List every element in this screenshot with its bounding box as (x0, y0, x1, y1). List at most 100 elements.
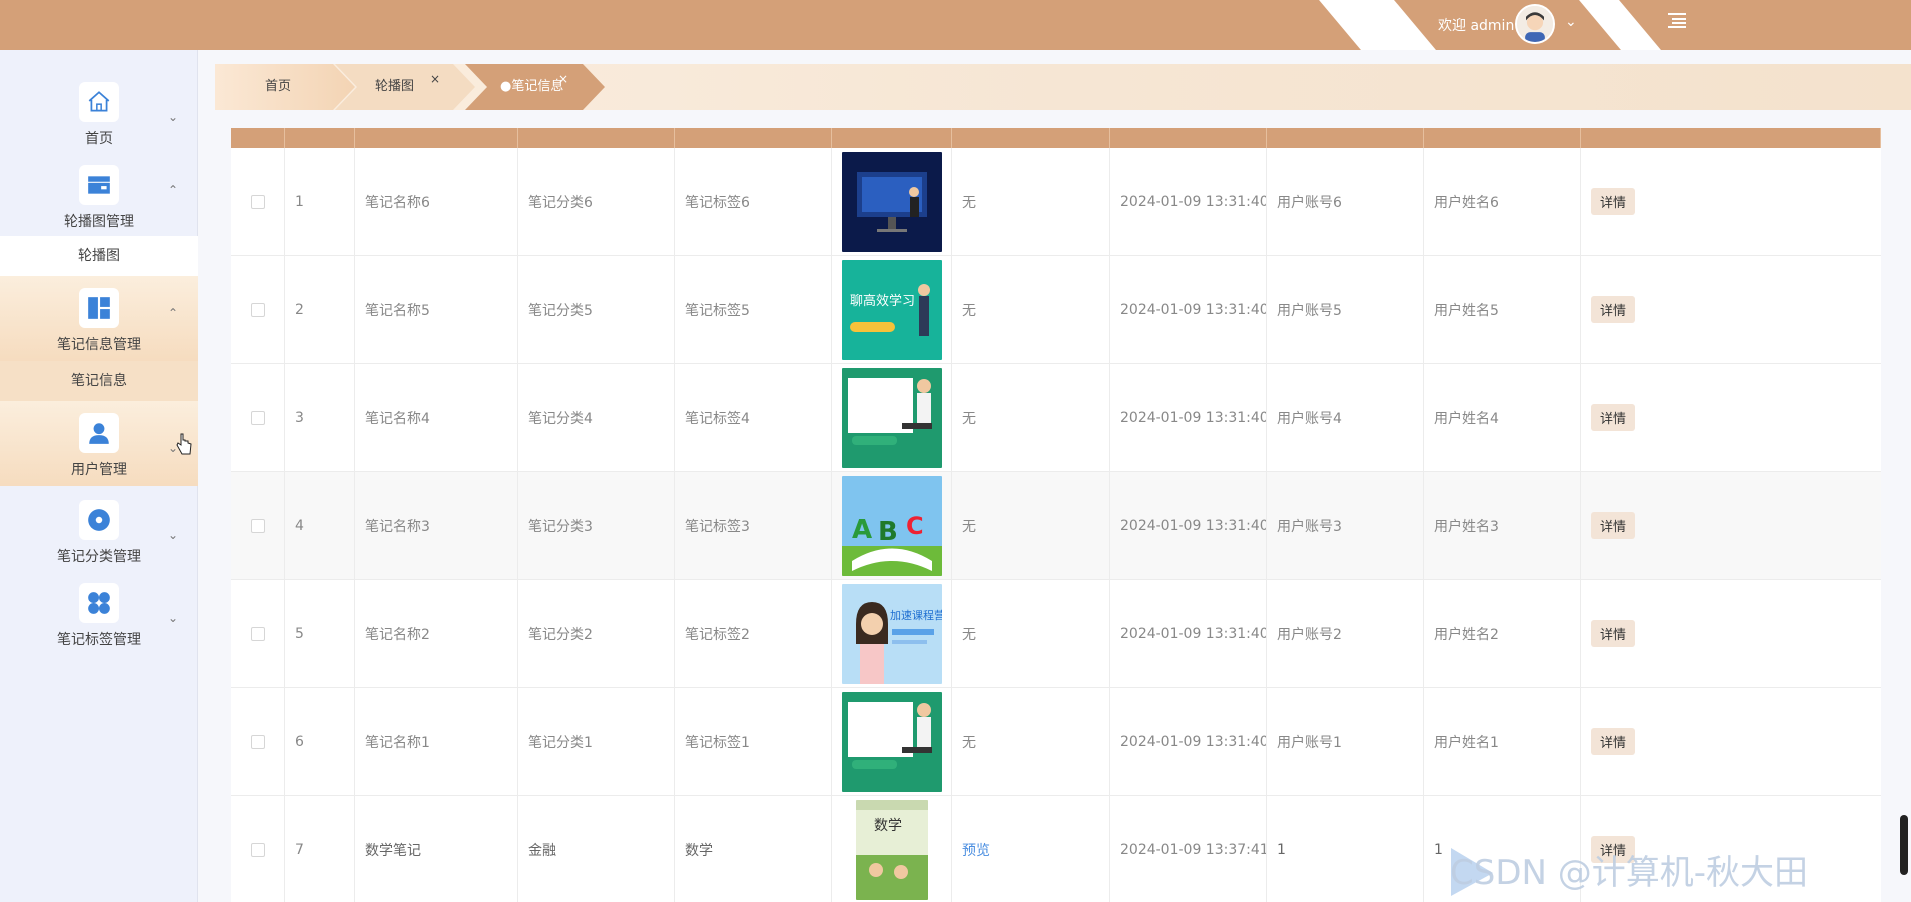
sidebar-item-carousel-mgmt[interactable]: 轮播图管理 ⌃ (0, 153, 198, 233)
sidebar-item-label: 首页 (85, 131, 113, 147)
tab-label: 轮播图 (375, 79, 415, 94)
note-cover-image (841, 691, 942, 792)
user-account: 用户账号3 (1267, 472, 1424, 579)
user-name: 用户姓名2 (1424, 580, 1581, 687)
detail-button[interactable]: 详情 (1591, 620, 1636, 647)
table-row: 2 笔记名称5 笔记分类5 笔记标签5 聊高效学习 无 2024-01-09 1… (231, 256, 1881, 364)
close-icon[interactable]: × (430, 56, 440, 102)
sidebar-item-label: 轮播图管理 (64, 214, 134, 230)
decor-stripe (1570, 0, 1670, 50)
detail-button[interactable]: 详情 (1591, 188, 1636, 215)
row-checkbox[interactable] (250, 842, 265, 857)
table-header (231, 128, 1881, 148)
note-name: 数学笔记 (355, 796, 518, 902)
preview-link[interactable]: 预览 (962, 840, 990, 860)
row-checkbox[interactable] (250, 410, 265, 425)
tab-carousel[interactable]: 轮播图 × (335, 64, 475, 110)
note-name: 笔记名称2 (355, 580, 518, 687)
created-time: 2024-01-09 13:31:40 (1110, 688, 1267, 795)
detail-button[interactable]: 详情 (1591, 512, 1636, 539)
chevron-up-icon: ⌃ (167, 306, 178, 320)
created-time: 2024-01-09 13:31:40 (1110, 148, 1267, 255)
welcome-text: 欢迎 admin (1438, 18, 1515, 34)
detail-button[interactable]: 详情 (1591, 404, 1636, 431)
note-category: 笔记分类4 (518, 364, 675, 471)
user-account: 用户账号2 (1267, 580, 1424, 687)
note-file: 无 (952, 364, 1110, 471)
wallet-icon (79, 165, 119, 205)
created-time: 2024-01-09 13:31:40 (1110, 580, 1267, 687)
svg-text:A: A (852, 515, 872, 545)
tab-home[interactable]: 首页 (215, 64, 355, 110)
note-cover-image: ABC (841, 475, 942, 576)
created-time: 2024-01-09 13:31:40 (1110, 256, 1267, 363)
row-checkbox[interactable] (250, 194, 265, 209)
user-name: 用户姓名4 (1424, 364, 1581, 471)
close-icon[interactable]: × (558, 56, 568, 102)
data-table: 1 笔记名称6 笔记分类6 笔记标签6 无 2024-01-09 13:31:4… (231, 128, 1881, 902)
scrollbar-thumb[interactable] (1900, 815, 1908, 875)
tab-label: 首页 (265, 79, 292, 94)
note-file: 无 (952, 256, 1110, 363)
note-cover-image (841, 151, 942, 252)
user-name: 用户姓名6 (1424, 148, 1581, 255)
sidebar-item-label: 用户管理 (71, 462, 127, 478)
hand-cursor-icon (176, 433, 192, 455)
note-name: 笔记名称4 (355, 364, 518, 471)
chevron-down-icon[interactable]: ⌄ (1565, 14, 1577, 30)
menu-icon[interactable] (1667, 10, 1687, 30)
note-file: 无 (952, 472, 1110, 579)
note-cover-image: 聊高效学习 (841, 259, 942, 360)
user-account: 用户账号1 (1267, 688, 1424, 795)
note-cover-image: 加速课程营 (841, 583, 942, 684)
note-name: 笔记名称3 (355, 472, 518, 579)
note-tag: 数学 (675, 796, 832, 902)
user-icon (79, 413, 119, 453)
created-time: 2024-01-09 13:31:40 (1110, 364, 1267, 471)
user-account: 1 (1267, 796, 1424, 902)
sidebar-item-user-mgmt[interactable]: 用户管理 ⌄ (0, 401, 198, 486)
top-bar: 欢迎 admin ⌄ (0, 0, 1911, 50)
note-category: 笔记分类2 (518, 580, 675, 687)
sidebar-item-label: 笔记信息管理 (57, 337, 141, 353)
table-row: 6 笔记名称1 笔记分类1 笔记标签1 无 2024-01-09 13:31:4… (231, 688, 1881, 796)
tab-note-info[interactable]: ●笔记信息 × (465, 64, 605, 110)
created-time: 2024-01-09 13:37:41 (1110, 796, 1267, 902)
row-index: 1 (285, 148, 355, 255)
sidebar-item-category-mgmt[interactable]: 笔记分类管理 ⌄ (0, 488, 198, 568)
row-index: 7 (285, 796, 355, 902)
row-checkbox[interactable] (250, 626, 265, 641)
row-checkbox[interactable] (250, 518, 265, 533)
breadcrumb: 首页 轮播图 × ●笔记信息 × (215, 64, 1911, 110)
svg-text:聊高效学习: 聊高效学习 (850, 293, 915, 309)
note-tag: 笔记标签5 (675, 256, 832, 363)
sidebar-item-label: 笔记分类管理 (57, 549, 141, 565)
sidebar-item-tag-mgmt[interactable]: 笔记标签管理 ⌄ (0, 571, 198, 651)
row-index: 6 (285, 688, 355, 795)
user-name: 用户姓名3 (1424, 472, 1581, 579)
sidebar-item-note-mgmt[interactable]: 笔记信息管理 ⌃ (0, 276, 198, 361)
row-checkbox[interactable] (250, 734, 265, 749)
note-tag: 笔记标签6 (675, 148, 832, 255)
note-name: 笔记名称1 (355, 688, 518, 795)
sidebar-item-home[interactable]: 首页 ⌄ (0, 70, 198, 150)
sidebar: 首页 ⌄ 轮播图管理 ⌃ 轮播图 笔记信息管理 ⌃ 笔记信息 用户管理 ⌄ 笔记… (0, 50, 198, 902)
watermark-text: CSDN @计算机-秋大田 (1450, 853, 1809, 893)
row-checkbox[interactable] (250, 302, 265, 317)
svg-text:数学: 数学 (874, 818, 902, 834)
avatar[interactable] (1515, 4, 1555, 44)
submenu-item-carousel[interactable]: 轮播图 (0, 236, 198, 276)
sidebar-item-label: 笔记标签管理 (57, 632, 141, 648)
detail-button[interactable]: 详情 (1591, 728, 1636, 755)
svg-text:B: B (878, 517, 898, 547)
home-icon (79, 82, 119, 122)
table-row: 5 笔记名称2 笔记分类2 笔记标签2 加速课程营 无 2024-01-09 1… (231, 580, 1881, 688)
detail-button[interactable]: 详情 (1591, 296, 1636, 323)
submenu-item-note-info[interactable]: 笔记信息 (0, 361, 198, 401)
row-index: 3 (285, 364, 355, 471)
table-row: 3 笔记名称4 笔记分类4 笔记标签4 无 2024-01-09 13:31:4… (231, 364, 1881, 472)
chevron-down-icon: ⌄ (167, 110, 178, 124)
dashboard-icon (79, 288, 119, 328)
circle-dot-icon (79, 500, 119, 540)
note-category: 笔记分类1 (518, 688, 675, 795)
